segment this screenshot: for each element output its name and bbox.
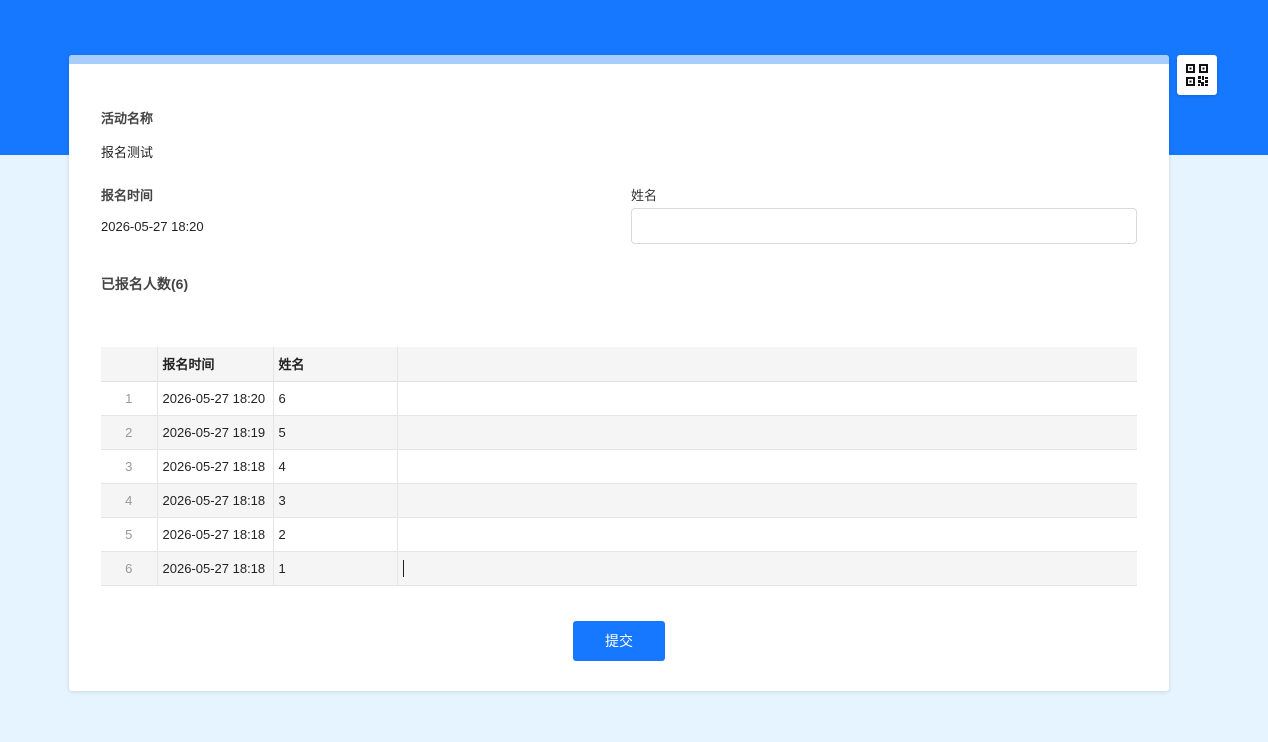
form-card: 活动名称 报名测试 报名时间 2026-05-27 18:20 姓名 已报名人数… — [69, 55, 1169, 691]
table-row: 4 2026-05-27 18:18 3 — [101, 483, 1137, 518]
table-row: 1 2026-05-27 18:20 6 — [101, 381, 1137, 416]
row-time[interactable]: 2026-05-27 18:18 — [157, 483, 274, 518]
card-accent-bar — [69, 55, 1169, 64]
qr-code-button[interactable] — [1177, 55, 1217, 95]
row-name[interactable]: 3 — [273, 483, 398, 518]
name-label: 姓名 — [631, 188, 658, 203]
row-extra-cell[interactable] — [397, 381, 1137, 416]
qr-code-icon — [1186, 64, 1208, 86]
activity-name-label: 活动名称 — [101, 111, 154, 126]
registrations-table: 报名时间 姓名 1 2026-05-27 18:20 6 2 2026-05-2… — [101, 347, 1137, 586]
row-name[interactable]: 4 — [273, 449, 398, 484]
row-name[interactable]: 5 — [273, 415, 398, 450]
row-extra-cell[interactable] — [397, 415, 1137, 450]
row-time[interactable]: 2026-05-27 18:18 — [157, 517, 274, 552]
column-header-name: 姓名 — [273, 347, 398, 382]
row-index: 2 — [101, 415, 158, 450]
registered-count-title: 已报名人数(6) — [101, 276, 189, 292]
row-time[interactable]: 2026-05-27 18:20 — [157, 381, 274, 416]
table-row: 3 2026-05-27 18:18 4 — [101, 449, 1137, 484]
row-name[interactable]: 2 — [273, 517, 398, 552]
table-row: 2 2026-05-27 18:19 5 — [101, 415, 1137, 450]
column-header-index — [101, 347, 158, 382]
row-extra-cell[interactable] — [397, 517, 1137, 552]
row-name[interactable]: 6 — [273, 381, 398, 416]
row-index: 6 — [101, 551, 158, 586]
row-index: 1 — [101, 381, 158, 416]
registration-time-value: 2026-05-27 18:20 — [101, 219, 204, 234]
row-extra-cell[interactable] — [397, 483, 1137, 518]
registration-time-label: 报名时间 — [101, 188, 154, 203]
text-caret — [402, 559, 404, 577]
row-index: 5 — [101, 517, 158, 552]
row-index: 4 — [101, 483, 158, 518]
column-header-extra — [397, 347, 1137, 382]
row-time[interactable]: 2026-05-27 18:18 — [157, 449, 274, 484]
row-time[interactable]: 2026-05-27 18:18 — [157, 551, 274, 586]
table-row: 6 2026-05-27 18:18 1 — [101, 551, 1137, 586]
column-header-time: 报名时间 — [157, 347, 274, 382]
row-time[interactable]: 2026-05-27 18:19 — [157, 415, 274, 450]
table-row: 5 2026-05-27 18:18 2 — [101, 517, 1137, 552]
table-header-row: 报名时间 姓名 — [101, 347, 1137, 382]
activity-name-value: 报名测试 — [101, 145, 154, 160]
row-name[interactable]: 1 — [273, 551, 398, 586]
row-extra-cell-editing[interactable] — [397, 551, 1137, 586]
row-index: 3 — [101, 449, 158, 484]
submit-button[interactable]: 提交 — [573, 621, 665, 661]
name-input[interactable] — [631, 208, 1137, 244]
row-extra-cell[interactable] — [397, 449, 1137, 484]
